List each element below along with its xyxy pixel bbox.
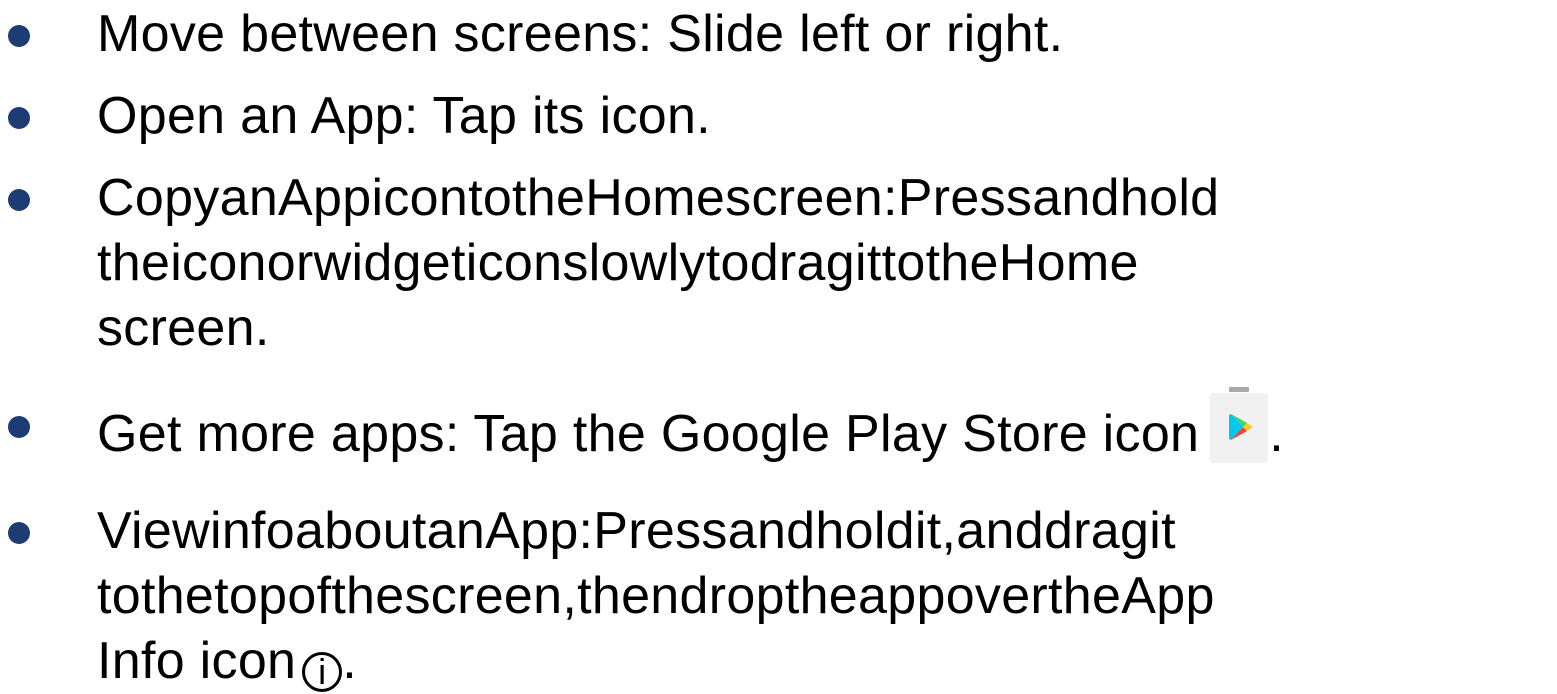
word: screen, [404, 567, 578, 625]
word: the [512, 169, 586, 227]
word: or [266, 234, 314, 292]
bullet-dot [8, 107, 30, 129]
word: hold [815, 502, 915, 560]
word: icon [170, 234, 267, 292]
word: an [219, 169, 279, 227]
item-text: ViewinfoaboutanApp:Pressandholdit,anddra… [97, 499, 1535, 694]
word: hold [1119, 169, 1220, 227]
word: Press [897, 169, 1033, 227]
word: to [468, 169, 513, 227]
item-text: Move between screens: Slide left or righ… [97, 2, 1535, 67]
word: the [925, 234, 999, 292]
word: app [858, 567, 946, 625]
word: and [1032, 169, 1120, 227]
bullet-dot [8, 522, 30, 544]
bullet-dot [8, 189, 30, 211]
justified-line: tothetopofthescreen,thendroptheappoverth… [97, 564, 1535, 629]
word: an [426, 502, 486, 560]
item-text-segment: . [1269, 405, 1285, 463]
bullet-dot [8, 25, 30, 47]
word: App: [485, 502, 594, 560]
word: info [209, 502, 296, 560]
word: and [727, 502, 816, 560]
word: it [854, 234, 882, 292]
word: over [945, 567, 1049, 625]
item-text-segment: Get more apps: Tap the Google Play Store… [97, 405, 1200, 463]
word: and [956, 502, 1044, 560]
word: drop [679, 567, 785, 625]
instruction-list: Move between screens: Slide left or righ… [0, 0, 1557, 692]
word: top [214, 567, 288, 625]
item-line: screen. [97, 299, 270, 357]
word: View [97, 502, 210, 560]
word: Home [998, 234, 1139, 292]
word: App [1121, 567, 1215, 625]
word: to [97, 567, 141, 625]
play-bag-handle [1229, 387, 1250, 392]
justified-line: theiconorwidgeticonslowlytodragittotheHo… [97, 231, 1535, 296]
item-text: Get more apps: Tap the Google Play Store… [97, 387, 1535, 463]
word: about [295, 502, 427, 560]
item-text: CopyanAppicontotheHomescreen:Pressandhol… [97, 166, 1535, 361]
item-line: Info icon i. [97, 629, 1535, 694]
word: the [784, 567, 859, 625]
word: icon [465, 234, 563, 292]
word: slowly [562, 234, 706, 292]
word: the [331, 567, 405, 625]
item-line: Open an App: Tap its icon. [97, 87, 711, 145]
word: it, [914, 502, 957, 560]
word: widget [313, 234, 466, 292]
justified-line: CopyanAppicontotheHomescreen:Pressandhol… [97, 166, 1535, 231]
word: Copy [97, 169, 220, 227]
bullet-dot [8, 416, 30, 438]
word: App [278, 169, 372, 227]
word: the [140, 567, 215, 625]
word: the [97, 234, 171, 292]
word: to [705, 234, 750, 292]
word: the [1048, 567, 1122, 625]
info-icon: i [302, 652, 343, 692]
item-text-segment: Info icon [97, 632, 297, 690]
item-text: Open an App: Tap its icon. [97, 84, 1535, 149]
word: to [881, 234, 926, 292]
google-play-store-icon [1209, 387, 1269, 469]
word: of [287, 567, 332, 625]
justified-line: ViewinfoaboutanApp:Pressandholdit,anddra… [97, 499, 1535, 564]
word: then [577, 567, 680, 625]
word: it [1149, 502, 1176, 560]
item-line: Get more apps: Tap the Google Play Store… [97, 387, 1535, 463]
word: Home [585, 169, 726, 227]
word: Press [593, 502, 728, 560]
word: drag [749, 234, 855, 292]
word: drag [1043, 502, 1150, 560]
word: icon [371, 169, 469, 227]
item-text-segment: . [342, 632, 358, 690]
word: screen: [725, 169, 898, 227]
item-line: Move between screens: Slide left or righ… [97, 5, 1064, 63]
